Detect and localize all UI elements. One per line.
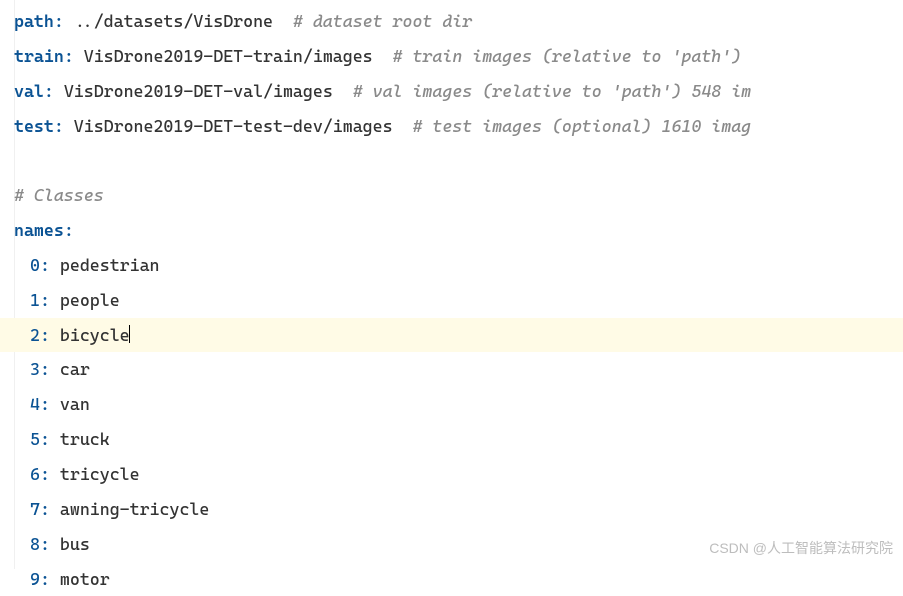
class-index: 4 [30, 394, 40, 414]
class-index: 7 [30, 499, 40, 519]
colon: : [40, 534, 50, 554]
comment-train: # train images (relative to 'path') [393, 46, 742, 66]
class-index: 6 [30, 464, 40, 484]
colon: : [54, 11, 64, 31]
colon: : [44, 81, 54, 101]
colon: : [40, 359, 50, 379]
class-name: car [60, 359, 90, 379]
colon: : [40, 569, 50, 589]
yaml-key-names: names [14, 220, 64, 240]
config-line-train: train: VisDrone2019-DET-train/images # t… [0, 39, 903, 74]
class-name: people [60, 290, 120, 310]
class-row: 7: awning-tricycle [0, 492, 903, 527]
yaml-key-test: test [14, 116, 54, 136]
class-row: 2: bicycle [0, 318, 903, 353]
yaml-val-train: VisDrone2019-DET-train/images [84, 46, 373, 66]
class-name: pedestrian [60, 255, 160, 275]
colon: : [40, 499, 50, 519]
class-row: 0: pedestrian [0, 248, 903, 283]
colon: : [40, 290, 50, 310]
comment-classes: # Classes [14, 185, 104, 205]
colon: : [54, 116, 64, 136]
class-name: bicycle [60, 325, 130, 345]
colon: : [64, 46, 74, 66]
class-name: bus [60, 534, 90, 554]
config-line-val: val: VisDrone2019-DET-val/images # val i… [0, 74, 903, 109]
yaml-key-val: val [14, 81, 44, 101]
class-index: 3 [30, 359, 40, 379]
class-index: 1 [30, 290, 40, 310]
class-name: awning-tricycle [60, 499, 209, 519]
yaml-key-path: path [14, 11, 54, 31]
colon: : [40, 394, 50, 414]
colon: : [40, 429, 50, 449]
yaml-key-train: train [14, 46, 64, 66]
yaml-val-test: VisDrone2019-DET-test-dev/images [74, 116, 393, 136]
blank-line [0, 143, 903, 178]
class-row: 4: van [0, 387, 903, 422]
names-key-line: names: [0, 213, 903, 248]
class-index: 5 [30, 429, 40, 449]
class-index: 0 [30, 255, 40, 275]
class-index: 8 [30, 534, 40, 554]
class-row: 6: tricycle [0, 457, 903, 492]
colon: : [64, 220, 74, 240]
comment-test: # test images (optional) 1610 imag [412, 116, 751, 136]
class-row: 9: motor [0, 562, 903, 596]
comment-path: # dataset root dir [293, 11, 472, 31]
class-row: 1: people [0, 283, 903, 318]
class-index: 9 [30, 569, 40, 589]
classes-comment-line: # Classes [0, 178, 903, 213]
yaml-val-path: ../datasets/VisDrone [74, 11, 273, 31]
class-name: motor [60, 569, 110, 589]
config-line-path: path: ../datasets/VisDrone # dataset roo… [0, 4, 903, 39]
class-row: 5: truck [0, 422, 903, 457]
config-line-test: test: VisDrone2019-DET-test-dev/images #… [0, 109, 903, 144]
colon: : [40, 255, 50, 275]
colon: : [40, 464, 50, 484]
class-name: truck [60, 429, 110, 449]
class-index: 2 [30, 325, 40, 345]
class-name: van [60, 394, 90, 414]
comment-val: # val images (relative to 'path') 548 im [353, 81, 751, 101]
colon: : [40, 325, 50, 345]
yaml-val-val: VisDrone2019-DET-val/images [64, 81, 333, 101]
watermark-text: CSDN @人工智能算法研究院 [709, 534, 893, 563]
class-name: tricycle [60, 464, 140, 484]
class-row: 3: car [0, 352, 903, 387]
